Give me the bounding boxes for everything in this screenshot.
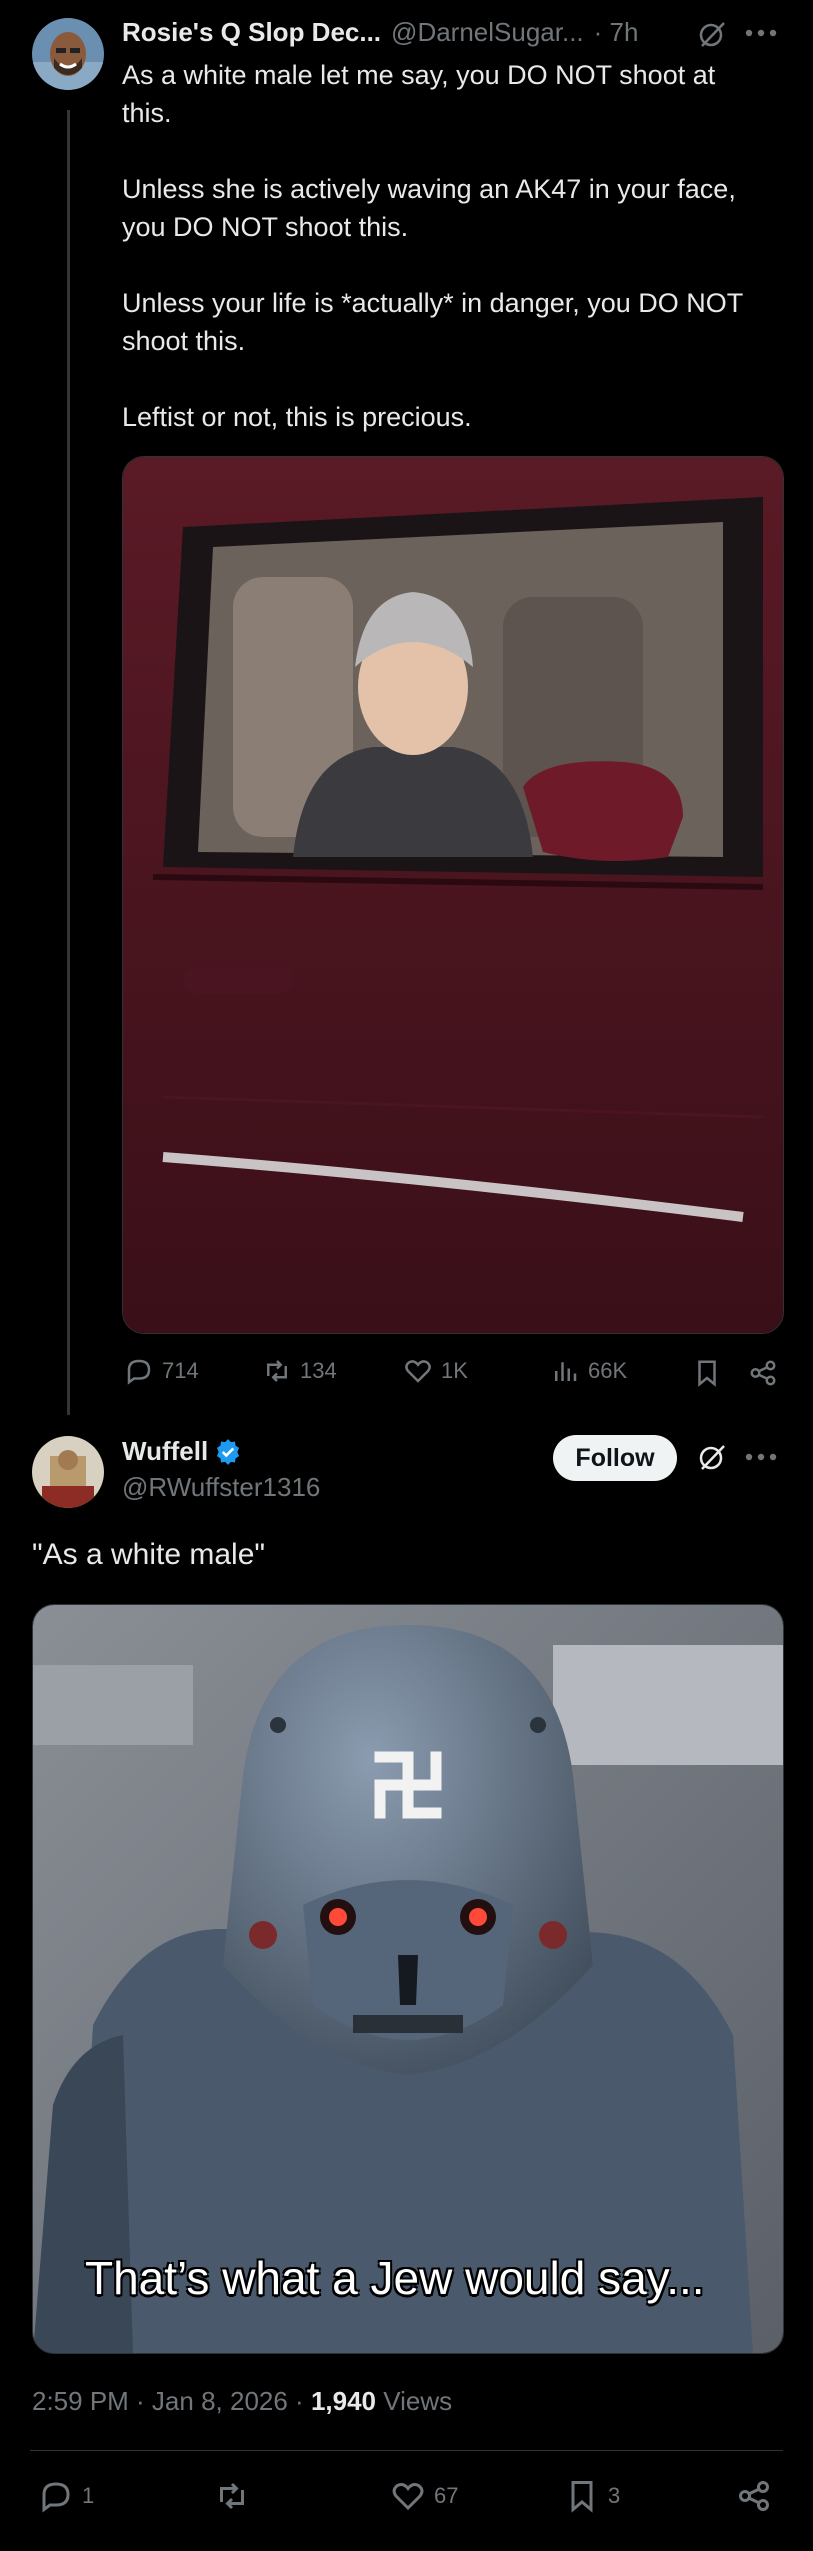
grok-icon[interactable] <box>696 1441 728 1473</box>
avatar[interactable] <box>32 18 104 90</box>
like-button[interactable]: 67 <box>390 2478 458 2514</box>
bookmark-icon <box>571 2481 593 2513</box>
text-line: this. <box>122 98 172 128</box>
divider <box>30 2450 783 2451</box>
views-count: 66K <box>588 1358 628 1383</box>
like-button[interactable]: 1K <box>403 1356 468 1386</box>
tweet-text: "As a white male" <box>32 1538 266 1571</box>
text-line: shoot this. <box>122 326 246 356</box>
retweet-icon <box>267 1360 287 1382</box>
share-icon[interactable] <box>736 2478 772 2514</box>
text-line: Unless your life is *actually* in danger… <box>122 288 744 318</box>
like-count: 67 <box>434 2483 459 2508</box>
post-meta: 2:59 PM · Jan 8, 2026 · 1,940 Views <box>32 2386 452 2417</box>
handle[interactable]: @DarnelSugar... <box>391 17 584 48</box>
thread-connector <box>67 110 70 1415</box>
avatar[interactable] <box>32 1436 104 1508</box>
verified-badge-icon <box>214 1438 242 1466</box>
timestamp[interactable]: · 7h <box>594 17 639 48</box>
bookmark-button[interactable]: 3 <box>564 2478 620 2514</box>
display-name[interactable]: Wuffell <box>122 1436 208 1467</box>
text-line: Unless she is actively waving an AK47 in… <box>122 174 736 204</box>
views-total: 1,940 <box>310 2386 377 2416</box>
share-icon[interactable] <box>748 1358 778 1388</box>
more-icon[interactable] <box>744 1450 778 1462</box>
reply-button[interactable]: 1 <box>38 2478 94 2514</box>
post-timestamp[interactable]: 2:59 PM · Jan 8, 2026 · <box>32 2386 304 2416</box>
display-name[interactable]: Rosie's Q Slop Dec... <box>122 17 381 48</box>
text-line: you DO NOT shoot this. <box>122 212 409 242</box>
like-count: 1K <box>441 1358 468 1383</box>
reply-button[interactable]: 714 <box>124 1356 199 1386</box>
meme-caption: That’s what a Jew would say... <box>85 2252 705 2304</box>
follow-button[interactable]: Follow <box>553 1435 677 1481</box>
reply-count: 1 <box>82 2483 95 2508</box>
more-icon[interactable] <box>744 26 778 38</box>
tweet-text: As a white male let me say, you DO NOT s… <box>122 56 782 436</box>
bookmark-count: 3 <box>608 2483 621 2508</box>
views-label: Views <box>383 2386 453 2416</box>
text-line: Leftist or not, this is precious. <box>122 402 472 432</box>
bookmark-icon[interactable] <box>692 1358 722 1388</box>
reply-count: 714 <box>162 1358 199 1383</box>
text-line: As a white male let me say, you DO NOT s… <box>122 60 716 90</box>
handle[interactable]: @RWuffster1316 <box>122 1472 320 1503</box>
like-icon <box>392 2483 424 2511</box>
retweet-count: 134 <box>300 1358 337 1383</box>
views-button[interactable]: 66K <box>550 1356 627 1386</box>
reply-icon <box>42 2482 70 2513</box>
grok-icon[interactable] <box>696 18 728 50</box>
meme-image[interactable]: That’s what a Jew would say... <box>32 1604 784 2354</box>
tweet-image[interactable] <box>122 456 784 1334</box>
retweet-button[interactable]: 134 <box>262 1356 337 1386</box>
views-icon <box>555 1362 577 1381</box>
reply-icon <box>127 1359 151 1385</box>
retweet-button[interactable] <box>214 2478 250 2514</box>
retweet-icon <box>220 2482 244 2510</box>
like-icon <box>405 1360 431 1383</box>
